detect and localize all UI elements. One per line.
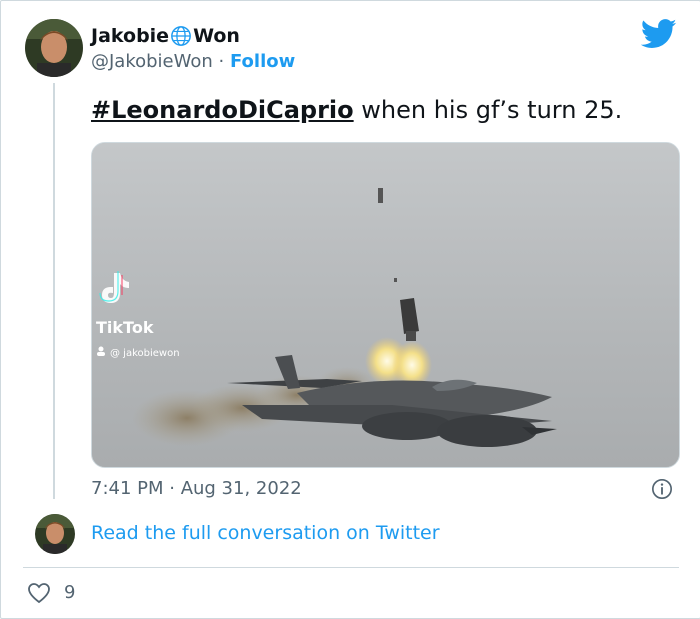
- tweet-text: #LeonardoDiCaprio when his gf’s turn 25.: [91, 96, 622, 124]
- video-frame: TikTok @ jakobiewon: [92, 143, 679, 467]
- author-name-first: Jakobie: [91, 25, 170, 47]
- author-avatar[interactable]: [25, 19, 83, 77]
- read-conversation-link[interactable]: Read the full conversation on Twitter: [91, 522, 440, 544]
- twitter-bird-icon[interactable]: [641, 19, 677, 49]
- handle-separator: ·: [212, 51, 230, 72]
- info-icon[interactable]: [651, 478, 673, 500]
- avatar-photo: [25, 19, 83, 77]
- divider: [23, 567, 679, 568]
- handle-row: @JakobieWon · Follow: [91, 51, 295, 72]
- author-name-last: Won: [193, 25, 240, 47]
- conversation-avatar[interactable]: [35, 514, 75, 554]
- tweet-timestamp[interactable]: 7:41 PM · Aug 31, 2022: [91, 478, 302, 499]
- thread-line: [53, 83, 55, 499]
- heart-icon[interactable]: [27, 582, 51, 604]
- tiktok-watermark-user: @ jakobiewon: [110, 348, 180, 359]
- hashtag-link[interactable]: #LeonardoDiCaprio: [91, 96, 354, 124]
- tweet-text-body: when his gf’s turn 25.: [353, 96, 623, 124]
- user-icon: [98, 346, 104, 352]
- author-handle[interactable]: @JakobieWon: [91, 51, 213, 72]
- like-count: 9: [64, 582, 76, 603]
- follow-button[interactable]: Follow: [230, 51, 295, 72]
- globe-icon: [171, 26, 191, 46]
- embedded-tweet-card: Jakobie Won @JakobieWon · Follow #Leonar…: [0, 0, 700, 619]
- author-name[interactable]: Jakobie Won: [91, 25, 240, 47]
- avatar-photo: [35, 514, 75, 554]
- tiktok-watermark-label: TikTok: [96, 318, 154, 337]
- tweet-media-video[interactable]: TikTok @ jakobiewon: [91, 142, 680, 468]
